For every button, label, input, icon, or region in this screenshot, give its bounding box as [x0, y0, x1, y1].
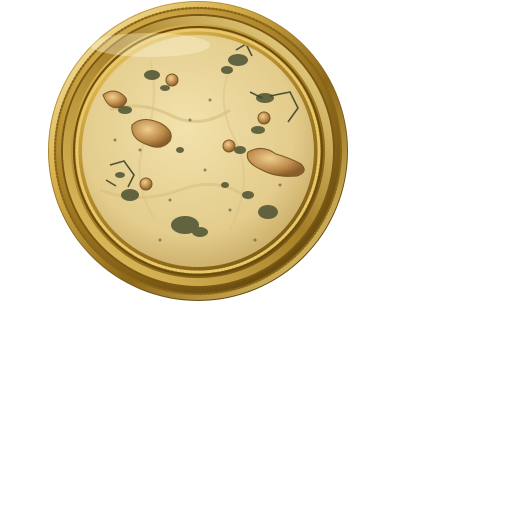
minimap[interactable] — [0, 0, 512, 512]
frame-highlight — [90, 33, 210, 57]
